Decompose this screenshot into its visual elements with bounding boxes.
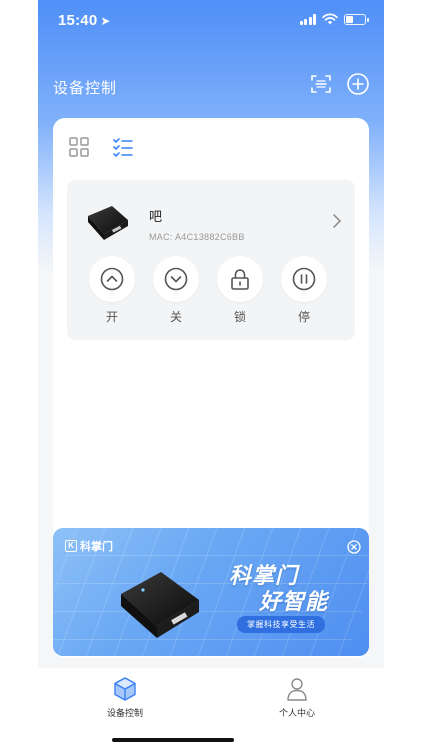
clock: 15:40 bbox=[58, 12, 98, 29]
close-icon[interactable] bbox=[347, 540, 361, 554]
device-cube-icon bbox=[114, 677, 136, 701]
status-indicators bbox=[299, 13, 369, 25]
device-image bbox=[88, 206, 128, 240]
close-label: 关 bbox=[169, 310, 182, 324]
status-time: 15:40 ➤ bbox=[58, 12, 111, 29]
tab-personal-center[interactable]: 个人中心 bbox=[247, 676, 347, 719]
tab-device-control[interactable]: 设备控制 bbox=[75, 676, 175, 719]
stop-label: 停 bbox=[297, 310, 310, 324]
lock-label: 锁 bbox=[233, 310, 246, 324]
device-mac: MAC: A4C13882C6BB bbox=[149, 232, 245, 242]
tab-device-control-label: 设备控制 bbox=[106, 708, 143, 718]
pause-icon bbox=[292, 267, 316, 291]
logo-mark-icon: K bbox=[65, 540, 77, 552]
add-circle-icon[interactable] bbox=[346, 72, 370, 96]
device-card[interactable]: 吧 MAC: A4C13882C6BB 开 关 锁 停 bbox=[67, 180, 355, 340]
home-indicator bbox=[112, 738, 234, 742]
stop-button[interactable]: 停 bbox=[281, 256, 327, 325]
banner-headline-2: 好智能 bbox=[259, 589, 329, 614]
close-button[interactable]: 关 bbox=[153, 256, 199, 325]
wifi-icon bbox=[322, 13, 338, 25]
chevron-right-icon[interactable] bbox=[331, 214, 343, 228]
banner-tagline: 掌握科技享受生活 bbox=[237, 616, 325, 633]
tab-personal-center-label: 个人中心 bbox=[278, 708, 315, 718]
location-arrow-icon: ➤ bbox=[100, 14, 111, 28]
list-icon[interactable] bbox=[112, 136, 134, 158]
status-bar: 15:40 ➤ bbox=[38, 0, 384, 44]
open-button[interactable]: 开 bbox=[89, 256, 135, 325]
lock-icon bbox=[231, 269, 249, 290]
grid-icon[interactable] bbox=[68, 136, 90, 158]
cell-signal-icon bbox=[299, 13, 316, 25]
page-title: 设备控制 bbox=[53, 80, 118, 97]
promo-banner[interactable]: K 科掌门 科掌门 好智能 掌握科技享受生活 bbox=[53, 528, 369, 656]
app-screen: 15:40 ➤ 设备控制 吧 MAC: A4C13882C6BB 开 关 锁 停… bbox=[38, 0, 384, 750]
device-name: 吧 bbox=[149, 209, 163, 224]
brand-name: 科掌门 bbox=[80, 541, 113, 553]
scan-icon[interactable] bbox=[309, 72, 333, 96]
chevron-up-icon bbox=[100, 267, 124, 291]
lock-button[interactable]: 锁 bbox=[217, 256, 263, 325]
device-controls: 开 关 锁 停 bbox=[89, 256, 327, 325]
brand-logo: K 科掌门 bbox=[65, 538, 113, 554]
chevron-down-icon bbox=[164, 267, 188, 291]
person-icon bbox=[287, 678, 307, 701]
battery-icon bbox=[344, 13, 369, 25]
view-toggle bbox=[68, 136, 134, 158]
product-image bbox=[121, 572, 199, 638]
open-label: 开 bbox=[105, 310, 118, 324]
